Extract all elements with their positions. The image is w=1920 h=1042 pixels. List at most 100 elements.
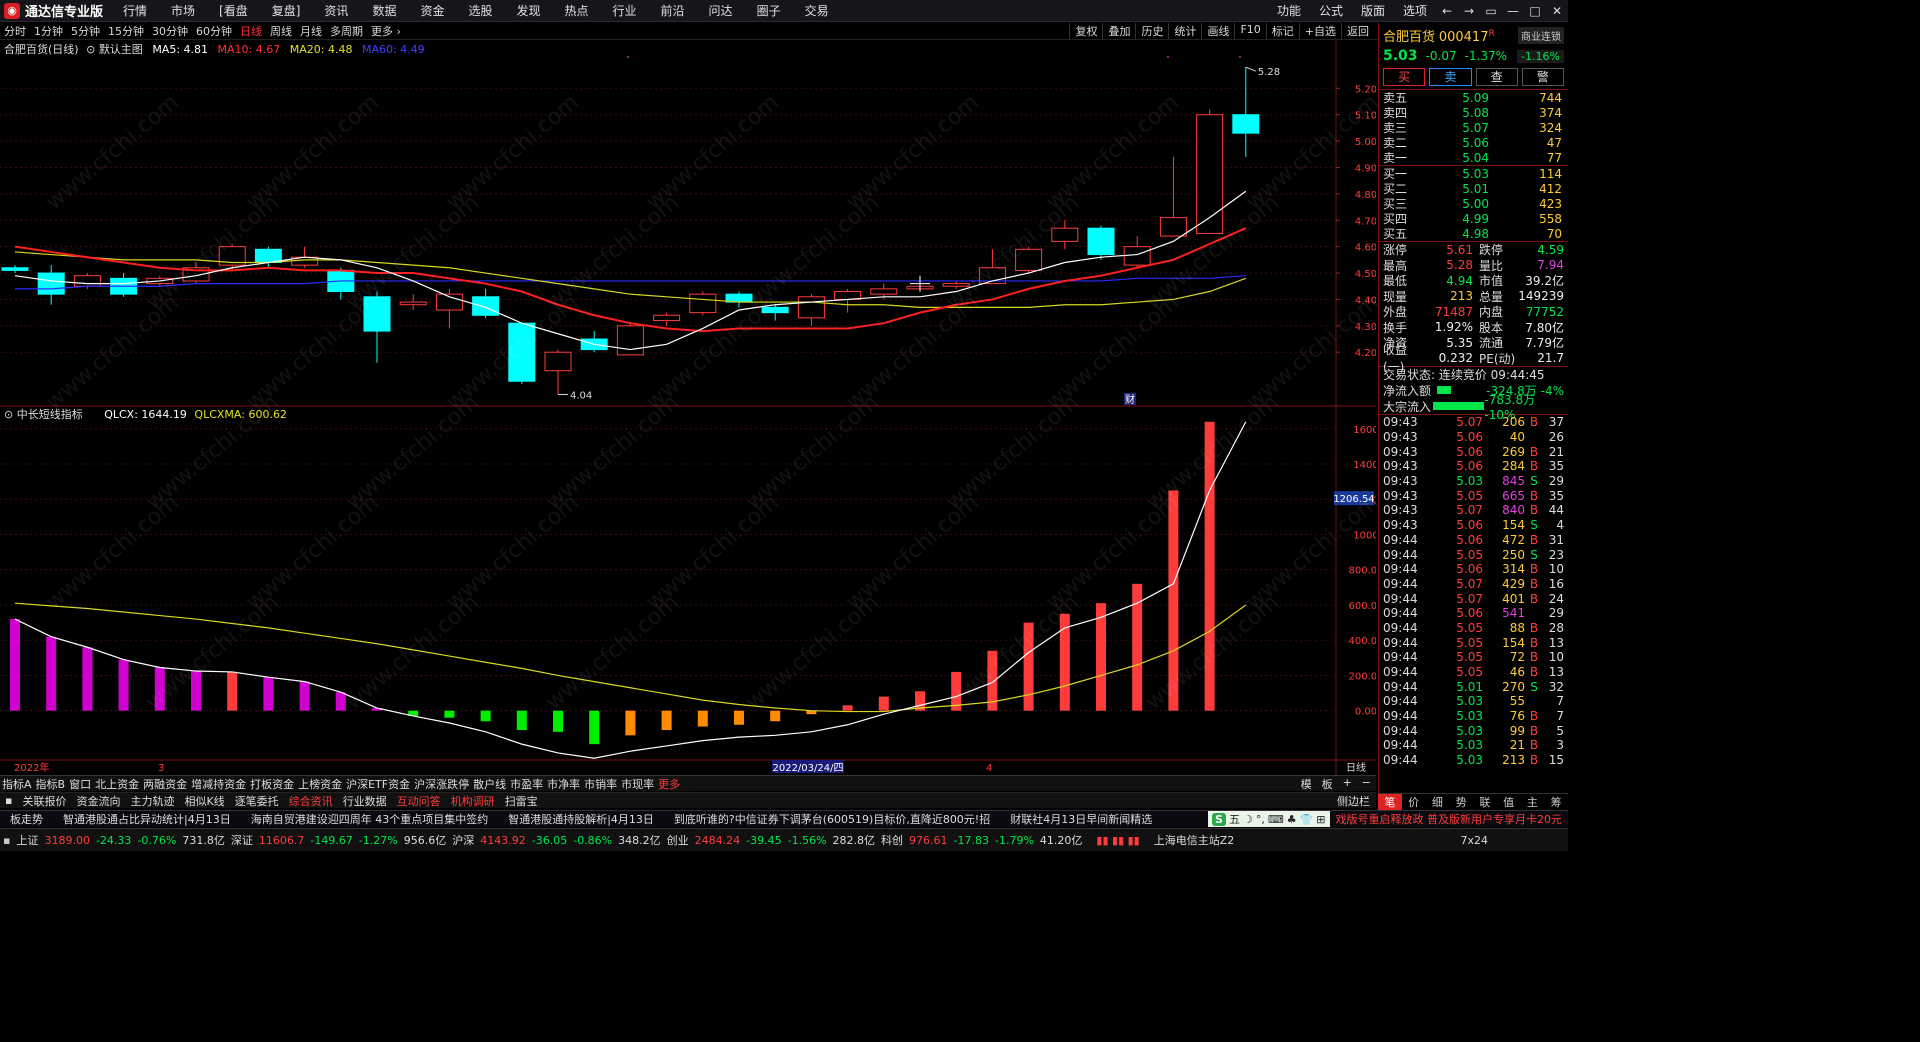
info-tab[interactable]: 综合资讯 [284, 793, 338, 808]
tool-f10[interactable]: F10 [1234, 23, 1265, 39]
indicator-bar[interactable] [299, 681, 310, 711]
chart-template[interactable]: 默认主图 [99, 43, 143, 56]
candle[interactable] [1196, 109, 1224, 234]
candle[interactable] [761, 304, 789, 321]
candle[interactable] [653, 312, 681, 326]
indicator-bar[interactable] [1168, 490, 1179, 711]
sector-tag[interactable]: 商业连锁 [1518, 26, 1564, 44]
grid-icon[interactable]: ▪ [0, 794, 17, 807]
tool-zixuan[interactable]: +自选 [1298, 23, 1341, 39]
info-tab[interactable]: 逐笔委托 [230, 793, 284, 808]
indicator-bar[interactable] [118, 659, 129, 711]
forward-arrow-icon[interactable]: → [1458, 4, 1480, 18]
menu-gongneng[interactable]: 功能 [1268, 0, 1310, 21]
candle[interactable] [472, 288, 500, 318]
period-monthly[interactable]: 月线 [296, 23, 326, 39]
ime-button-icon[interactable]: 五 [1229, 811, 1240, 827]
info-tab[interactable]: 相似K线 [179, 793, 229, 808]
promo-text[interactable]: 戏版号重启释放政 普及版新用户专享月卡20元 [1330, 811, 1569, 827]
indicator-bar[interactable] [734, 710, 744, 725]
candle[interactable] [1123, 236, 1151, 268]
indicator-bar[interactable] [480, 710, 491, 722]
period-daily[interactable]: 日线 [236, 23, 266, 39]
tick-list[interactable]: 09:43 5.07 206 B 37 09:43 5.06 40 26 09:43 5.06 269… [1379, 414, 1568, 768]
indicator-tab[interactable]: 更多 [656, 776, 682, 791]
ask-row[interactable]: 卖一 5.04 77 [1379, 150, 1568, 166]
indicator-tab[interactable]: 市销率 [582, 776, 619, 791]
candle[interactable] [544, 349, 572, 395]
indicator-bar[interactable] [1204, 421, 1215, 711]
candle[interactable] [834, 288, 862, 313]
candle[interactable] [327, 267, 355, 300]
tab-control-button[interactable]: 模 [1296, 776, 1317, 791]
indicator-bar[interactable] [661, 710, 672, 731]
info-tab[interactable]: 机构调研 [446, 793, 500, 808]
candle[interactable] [1087, 225, 1115, 260]
period-60min[interactable]: 60分钟 [192, 23, 236, 39]
quote-tab[interactable]: 笔 [1378, 794, 1402, 810]
menu-shichang[interactable]: 市场 [159, 0, 207, 21]
index-label[interactable]: 深证 [228, 832, 256, 848]
ime-button-icon[interactable]: ☽ [1243, 813, 1253, 826]
buy-button[interactable]: 买 [1383, 68, 1426, 86]
menu-redian[interactable]: 热点 [553, 0, 601, 21]
candle[interactable] [797, 294, 825, 326]
tool-diejia[interactable]: 叠加 [1102, 23, 1135, 39]
tab-control-button[interactable]: + [1338, 776, 1357, 791]
candle[interactable] [1159, 156, 1187, 237]
chart-area[interactable]: 5.20 5.10 5.00 4.90 4.80 4.70 4.60 4.50 4.40 4.30… [0, 40, 1376, 775]
tool-huaxian[interactable]: 画线 [1201, 23, 1234, 39]
ask-row[interactable]: 卖三 5.07 324 [1379, 120, 1568, 136]
menu-hangqing[interactable]: 行情 [111, 0, 159, 21]
candle[interactable] [1, 265, 29, 274]
indicator-bar[interactable] [46, 636, 57, 711]
candle[interactable] [725, 291, 753, 308]
indicator-tab[interactable]: 沪深涨跌停 [412, 776, 471, 791]
menu-zixun[interactable]: 资讯 [312, 0, 360, 21]
menu-fupan[interactable]: 复盘] [260, 0, 313, 21]
period-15min[interactable]: 15分钟 [104, 23, 148, 39]
ime-button-icon[interactable]: ⌨ [1268, 813, 1284, 826]
period-more[interactable]: 更多 › [367, 23, 405, 39]
quote-tab[interactable]: 价 [1402, 794, 1426, 810]
menu-xuangu[interactable]: 选股 [456, 0, 504, 21]
minimize-icon[interactable]: — [1502, 4, 1524, 18]
indicator-bar[interactable] [625, 710, 636, 736]
indicator-name[interactable]: 中长短线指标 [17, 408, 83, 421]
indicator-bar[interactable] [770, 710, 781, 722]
index-label[interactable]: 创业 [664, 832, 692, 848]
indicator-tab[interactable]: 市盈率 [508, 776, 545, 791]
sidebar-toggle[interactable]: 侧边栏 [1337, 793, 1376, 808]
menu-quanzi[interactable]: 圈子 [745, 0, 793, 21]
candle[interactable] [942, 280, 970, 289]
menu-zijin[interactable]: 资金 [408, 0, 456, 21]
tool-lishi[interactable]: 历史 [1135, 23, 1168, 39]
indicator-bar[interactable] [553, 710, 563, 732]
period-fenshi[interactable]: 分时 [0, 23, 30, 39]
period-1min[interactable]: 1分钟 [30, 23, 67, 39]
index-label[interactable]: 上证 [13, 832, 41, 848]
indicator-bar[interactable] [516, 710, 527, 731]
news-item[interactable]: 财联社4月13日早间新闻精选 [1000, 811, 1162, 827]
candle[interactable] [254, 246, 282, 268]
indicator-tab[interactable]: 指标B [34, 776, 68, 791]
candle[interactable] [1051, 220, 1079, 250]
period-multi[interactable]: 多周期 [326, 23, 367, 39]
period-30min[interactable]: 30分钟 [148, 23, 192, 39]
bid-row[interactable]: 买一 5.03 114 [1379, 166, 1568, 182]
info-tab[interactable]: 互动问答 [392, 793, 446, 808]
close-icon[interactable]: ✕ [1546, 4, 1568, 18]
news-item[interactable]: 海南自贸港建设迎四周年 43个重点项目集中签约 [241, 811, 499, 827]
quote-tab[interactable]: 主 [1521, 794, 1545, 810]
info-tab[interactable]: 关联报价 [17, 793, 71, 808]
tab-control-button[interactable]: − [1357, 776, 1376, 791]
quote-tab[interactable]: 值 [1497, 794, 1521, 810]
news-item[interactable]: 智通港股通持股解析|4月13日 [498, 811, 664, 827]
finance-event-label[interactable]: 财 [1125, 393, 1135, 406]
indicator-bar[interactable] [263, 677, 274, 711]
info-tab[interactable]: 扫雷宝 [500, 793, 543, 808]
ask-row[interactable]: 卖五 5.09 744 [1379, 90, 1568, 106]
indicator-bar[interactable] [10, 619, 20, 711]
quote-tab[interactable]: 联 [1473, 794, 1497, 810]
candle[interactable] [1232, 67, 1260, 157]
